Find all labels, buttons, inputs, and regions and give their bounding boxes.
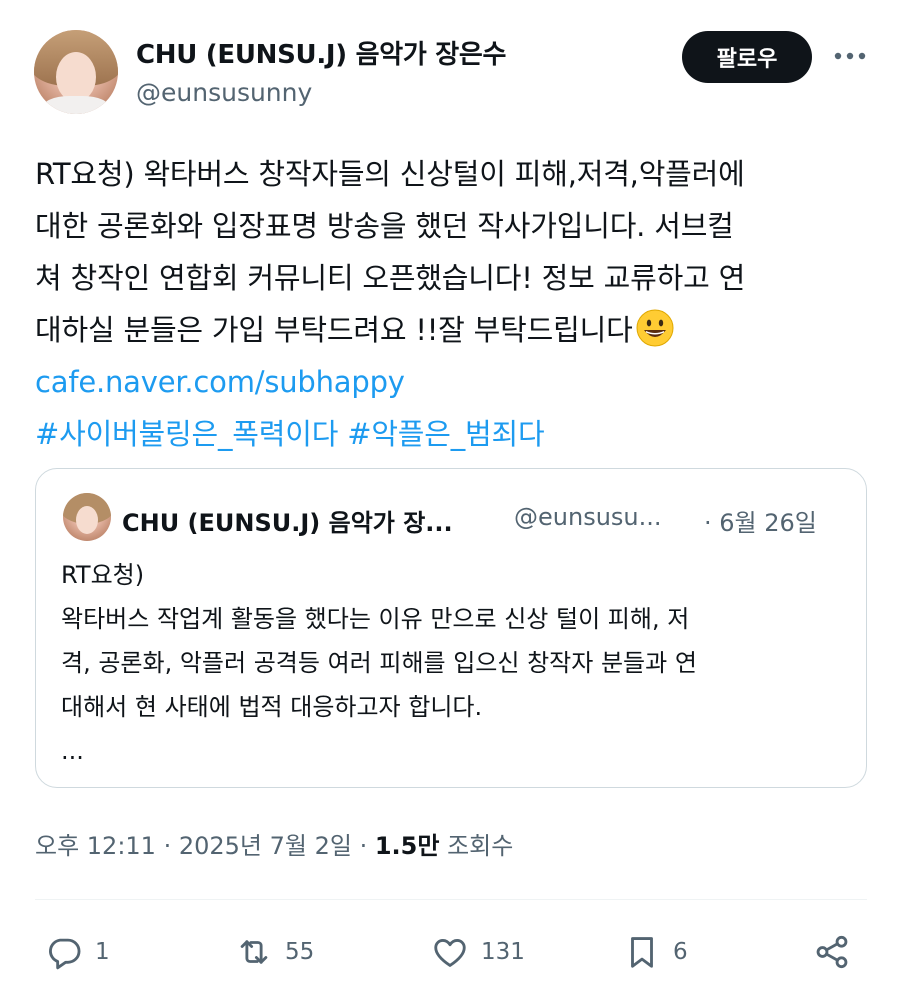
tweet-hashtags[interactable]: #사이버불링은_폭력이다 #악플은_범죄다 [35,408,875,460]
quoted-text: RT요청) 왁타버스 작업계 활동을 했다는 이유 만으로 신상 털이 피해, … [61,553,851,773]
view-count-label: 조회수 [439,832,514,860]
quoted-author-handle: @eunsusu... [514,503,662,531]
tweet-text-line: 쳐 창작인 연합회 커뮤니티 오픈했습니다! 정보 교류하고 연 [35,261,746,295]
quoted-text-line: RT요청) [61,561,145,589]
tweet-text-line: 대한 공론화와 입장표명 방송을 했던 작사가입니다. 서브컬 [35,209,734,243]
like-button[interactable]: 131 [431,922,525,982]
tweet-text-line: 대하실 분들은 가입 부탁드려요 !!잘 부탁드립니다 [35,304,875,356]
quoted-author-name: CHU (EUNSU.J) 음악가 장... [122,509,453,537]
quoted-text-line: 격, 공론화, 악플러 공격등 여러 피해를 입으신 창작자 분들과 연 [61,649,697,677]
tweet-text-segment: 대하실 분들은 가입 부탁드려요 !!잘 부탁드립니다 [35,313,633,347]
view-count: 1.5만 [374,832,440,860]
divider [35,899,867,900]
grinning-face-emoji [636,309,674,347]
quoted-date: · 6월 26일 [704,509,817,537]
bookmark-icon [631,937,653,968]
bookmark-count: 6 [673,939,688,965]
author-handle[interactable]: @eunsusunny [136,78,312,107]
tweet-meta: 오후 12:11 · 2025년 7월 2일 · 1.5만 조회수 [35,826,513,861]
tweet-link[interactable]: cafe.naver.com/subhappy [35,356,875,408]
quoted-text-line: 대해서 현 사태에 법적 대응하고자 합니다. [61,693,483,721]
follow-button[interactable]: 팔로우 [682,31,812,83]
reply-icon [49,938,81,970]
more-horizontal-icon[interactable] [830,40,870,72]
author-name[interactable]: CHU (EUNSU.J) 음악가 장은수 [136,34,506,71]
tweet-text: RT요청) 왁타버스 창작자들의 신상털이 피해,저격,악플러에 대한 공론화와… [35,148,875,460]
tweet-text-line: RT요청) 왁타버스 창작자들의 신상털이 피해,저격,악플러에 [35,157,745,191]
reply-button[interactable]: 1 [45,922,110,982]
repost-button[interactable]: 55 [235,922,314,982]
bookmark-button[interactable]: 6 [623,922,688,982]
like-count: 131 [481,939,525,965]
tweet-header: CHU (EUNSU.J) 음악가 장은수 @eunsusunny 팔로우 [34,30,874,120]
tweet-timestamp[interactable]: 오후 12:11 · 2025년 7월 2일 · [35,832,375,860]
author-avatar[interactable] [34,30,118,114]
share-icon [816,935,848,969]
share-button[interactable] [813,922,851,982]
reply-count: 1 [95,939,110,965]
action-bar: 1 55 131 6 [35,922,867,982]
heart-icon [434,939,466,967]
quoted-tweet[interactable]: CHU (EUNSU.J) 음악가 장... @eunsusu... · 6월 … [35,468,867,788]
quoted-text-line: 왁타버스 작업계 활동을 했다는 이유 만으로 신상 털이 피해, 저 [61,605,690,633]
repost-icon [240,940,268,964]
repost-count: 55 [285,939,315,965]
quoted-text-line: ... [61,737,84,765]
quoted-author-avatar [63,493,111,541]
